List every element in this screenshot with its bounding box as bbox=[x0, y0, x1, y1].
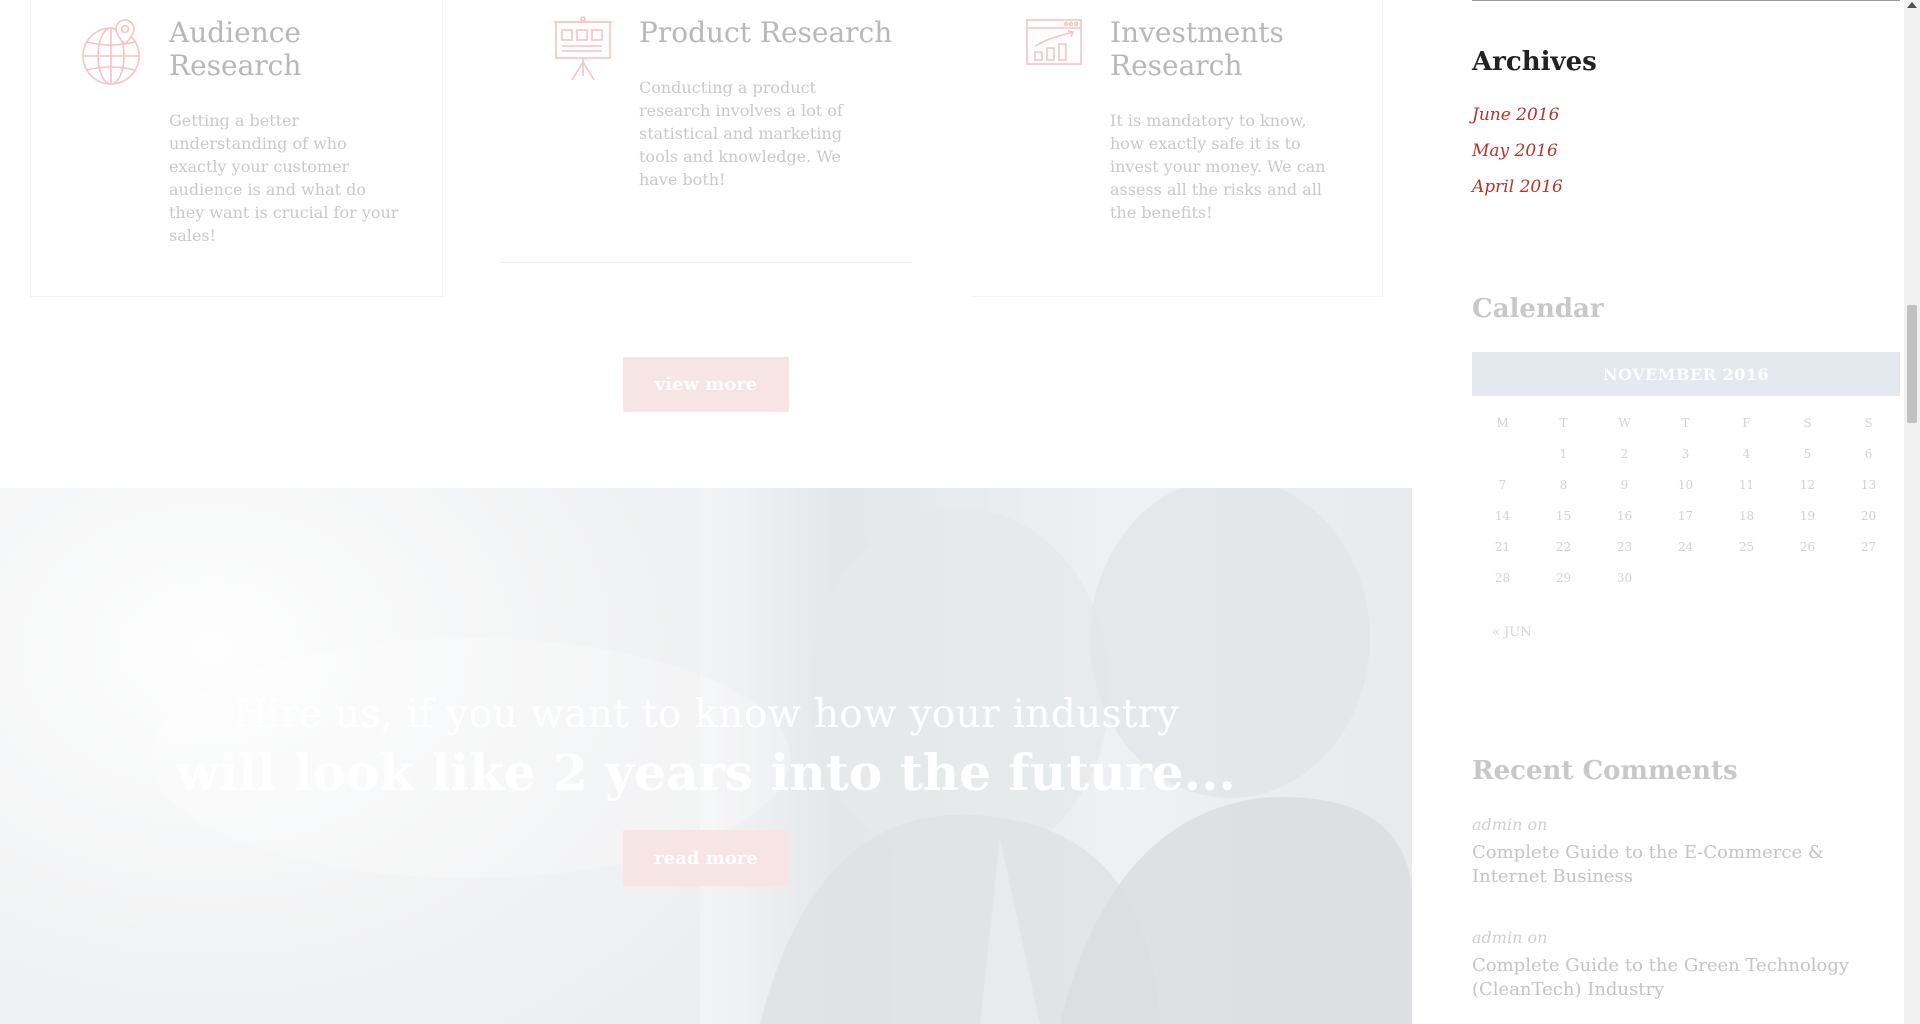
page-scrollbar[interactable] bbox=[1904, 0, 1920, 1024]
weekday-label: F bbox=[1742, 416, 1751, 430]
service-card-audience: Audience Research Getting a better under… bbox=[30, 0, 443, 297]
globe-pin-icon bbox=[82, 19, 140, 85]
calendar-day: 27 bbox=[1860, 540, 1877, 554]
calendar-day: 15 bbox=[1555, 509, 1572, 523]
calendar-prev-month-link[interactable]: « JUN bbox=[1492, 625, 1532, 640]
calendar-day: 13 bbox=[1860, 478, 1877, 492]
scrollbar-thumb[interactable] bbox=[1907, 305, 1917, 423]
recent-comments-title: Recent Comments bbox=[1472, 756, 1738, 786]
calendar-day: 1 bbox=[1559, 447, 1568, 461]
comment-post-link[interactable]: Complete Guide to the Green Technology (… bbox=[1472, 954, 1900, 1002]
service-card-investments: Investments Research It is mandatory to … bbox=[971, 0, 1383, 297]
view-more-button[interactable]: view more bbox=[623, 357, 789, 412]
calendar-day: 30 bbox=[1616, 571, 1633, 585]
calendar-day: 25 bbox=[1738, 540, 1755, 554]
weekday-label: T bbox=[1559, 416, 1568, 430]
main-content: Audience Research Getting a better under… bbox=[0, 0, 1412, 1024]
service-description: Getting a better understanding of who ex… bbox=[169, 111, 399, 245]
service-card-product: Product Research Conducting a product re… bbox=[500, 0, 912, 263]
calendar-week: 14 15 16 17 18 19 20 bbox=[1472, 509, 1900, 529]
calendar-day: 29 bbox=[1555, 571, 1572, 585]
calendar-day: 19 bbox=[1799, 509, 1816, 523]
presentation-board-icon bbox=[554, 16, 612, 81]
calendar-day: 12 bbox=[1799, 478, 1816, 492]
comment-author: admin on bbox=[1472, 815, 1548, 834]
hero-headline: will look like 2 years into the future..… bbox=[176, 743, 1236, 802]
calendar-day: 28 bbox=[1494, 571, 1511, 585]
calendar-day: 6 bbox=[1864, 447, 1873, 461]
weekday-label: T bbox=[1681, 416, 1690, 430]
calendar-day: 2 bbox=[1620, 447, 1629, 461]
hero-banner: Hire us, if you want to know how your in… bbox=[0, 488, 1412, 1024]
calendar-month: NOVEMBER 2016 bbox=[1472, 352, 1900, 396]
archives-title: Archives bbox=[1472, 47, 1597, 77]
weekday-label: S bbox=[1803, 416, 1812, 430]
service-title: Audience Research bbox=[169, 16, 302, 82]
calendar-day: 5 bbox=[1803, 447, 1812, 461]
weekday-label: S bbox=[1864, 416, 1873, 430]
service-title: Product Research bbox=[639, 16, 893, 49]
calendar-day: 14 bbox=[1494, 509, 1511, 523]
calendar-day: 3 bbox=[1681, 447, 1690, 461]
calendar-day: 23 bbox=[1616, 540, 1633, 554]
calendar-day: 11 bbox=[1738, 478, 1755, 492]
calendar-day: 7 bbox=[1498, 478, 1507, 492]
calendar-day: 9 bbox=[1620, 478, 1629, 492]
divider bbox=[1472, 0, 1900, 1]
calendar-day: 10 bbox=[1677, 478, 1694, 492]
calendar-day: 21 bbox=[1494, 540, 1511, 554]
scroll-up-arrow-icon[interactable] bbox=[1907, 2, 1917, 8]
archive-link[interactable]: June 2016 bbox=[1472, 105, 1559, 125]
calendar-day: 20 bbox=[1860, 509, 1877, 523]
service-description: It is mandatory to know, how exactly saf… bbox=[1110, 111, 1326, 222]
archive-link[interactable]: April 2016 bbox=[1472, 177, 1563, 197]
calendar-day: 26 bbox=[1799, 540, 1816, 554]
weekday-label: W bbox=[1618, 416, 1631, 430]
service-title: Investments Research bbox=[1110, 16, 1284, 82]
calendar-day: 18 bbox=[1738, 509, 1755, 523]
calendar-weekdays: M T W T F S S bbox=[1472, 416, 1900, 436]
calendar-week: 21 22 23 24 25 26 27 bbox=[1472, 540, 1900, 560]
archive-link[interactable]: May 2016 bbox=[1472, 141, 1558, 161]
hero-tagline: Hire us, if you want to know how your in… bbox=[232, 692, 1180, 737]
growth-chart-icon bbox=[1026, 19, 1082, 65]
calendar-day: 8 bbox=[1559, 478, 1568, 492]
calendar-week: 28 29 30 bbox=[1472, 571, 1900, 591]
calendar-day: 16 bbox=[1616, 509, 1633, 523]
service-description: Conducting a product research involves a… bbox=[639, 78, 843, 189]
weekday-label: M bbox=[1496, 416, 1509, 430]
calendar-day: 24 bbox=[1677, 540, 1694, 554]
calendar-day: 4 bbox=[1742, 447, 1751, 461]
read-more-button[interactable]: read more bbox=[623, 830, 789, 886]
sidebar: Archives June 2016 May 2016 April 2016 C… bbox=[1472, 0, 1900, 1024]
services-section: Audience Research Getting a better under… bbox=[0, 0, 1412, 488]
calendar-week: 7 8 9 10 11 12 13 bbox=[1472, 478, 1900, 498]
calendar-week: 1 2 3 4 5 6 bbox=[1472, 447, 1900, 467]
calendar-day: 22 bbox=[1555, 540, 1572, 554]
calendar-day: 17 bbox=[1677, 509, 1694, 523]
comment-author: admin on bbox=[1472, 928, 1548, 947]
comment-post-link[interactable]: Complete Guide to the E-Commerce & Inter… bbox=[1472, 841, 1900, 889]
calendar-title: Calendar bbox=[1472, 294, 1604, 324]
